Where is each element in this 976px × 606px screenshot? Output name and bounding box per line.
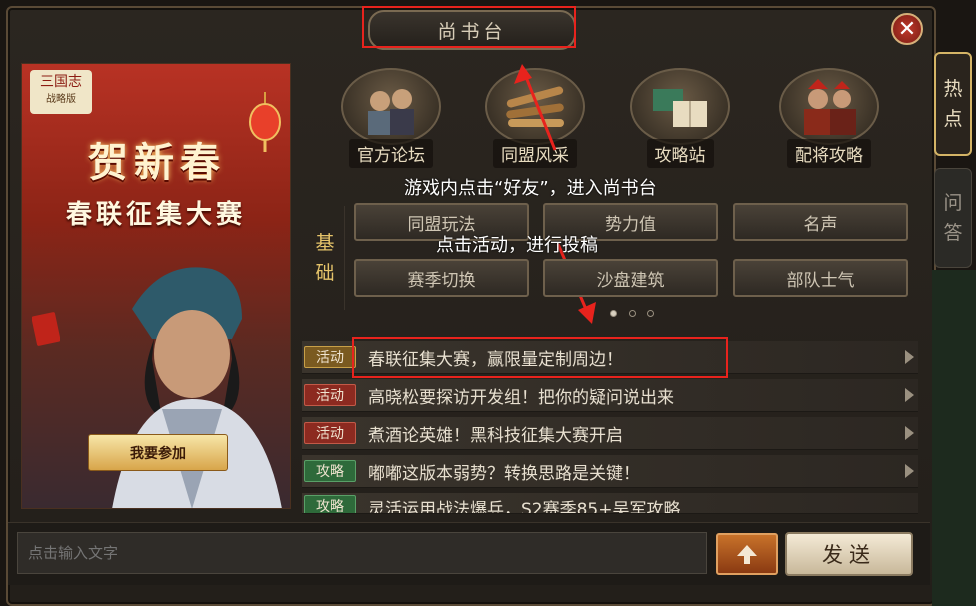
feed-title: 灵活运用战法爆兵，S2赛季85+吴军攻略	[368, 500, 681, 514]
page-dot-2[interactable]	[629, 310, 636, 317]
feed-title: 嘟嘟这版本弱势？转换思路是关键！	[368, 463, 640, 484]
annotation-step-2: 点击活动，进行投稿	[436, 235, 598, 256]
expand-button[interactable]	[716, 533, 778, 575]
annotation-step-1: 游戏内点击“好友”，进入尚书台	[404, 178, 657, 199]
tab-hot[interactable]: 热 点	[934, 52, 972, 156]
tile-label: 官方论坛	[349, 139, 433, 168]
banner-title: 贺新春	[88, 139, 226, 186]
basic-btn-troop-morale[interactable]: 部队士气	[733, 259, 908, 297]
event-tag: 活动	[304, 422, 356, 444]
chevron-right-icon	[905, 388, 914, 402]
annotation-arrow-up	[514, 64, 557, 151]
tile-strategy-station[interactable]: 攻略站	[625, 68, 735, 168]
tab-qa-label-2: 答	[943, 222, 963, 244]
close-button[interactable]: ✕	[891, 13, 923, 45]
feed-title: 高晓松要探访开发组！把你的疑问说出来	[368, 387, 674, 408]
tab-qa[interactable]: 问 答	[934, 168, 972, 268]
tile-official-forum[interactable]: 官方论坛	[336, 68, 446, 168]
page-dot-1[interactable]	[610, 310, 617, 317]
tile-general-guide[interactable]: 配将攻略	[774, 68, 884, 168]
event-tag: 活动	[304, 384, 356, 406]
feed-item[interactable]: 活动 煮酒论英雄！黑科技征集大赛开启	[302, 417, 918, 450]
guide-tag: 攻略	[304, 460, 356, 482]
chevron-right-icon	[905, 464, 914, 478]
arrow-up-icon	[737, 545, 757, 564]
basic-btn-reputation[interactable]: 名声	[733, 203, 908, 241]
feed-item[interactable]: 攻略 灵活运用战法爆兵，S2赛季85+吴军攻略	[302, 493, 918, 514]
close-icon: ✕	[897, 16, 917, 42]
tab-qa-label-1: 问	[943, 192, 963, 214]
officials-icon	[341, 68, 441, 145]
send-button[interactable]: 发送	[785, 532, 913, 576]
chat-input[interactable]	[17, 532, 707, 574]
basic-label-char-2: 础	[315, 262, 335, 284]
join-event-button[interactable]: 我要参加	[88, 434, 228, 471]
chevron-right-icon	[905, 350, 914, 364]
basic-btn-season-switch[interactable]: 赛季切换	[354, 259, 529, 297]
background-map-strip	[932, 270, 976, 606]
feed-item[interactable]: 攻略 嘟嘟这版本弱势？转换思路是关键！	[302, 455, 918, 488]
logo-title: 三国志	[40, 74, 82, 90]
event-banner[interactable]: 三国志 战略版 贺新春 春联征集大赛 我要参加	[21, 63, 291, 509]
basic-section-label: 基 础	[306, 206, 345, 310]
books-icon	[630, 68, 730, 145]
generals-icon	[779, 68, 879, 145]
title-highlight-box	[362, 6, 576, 48]
guide-tag: 攻略	[304, 495, 356, 513]
chevron-right-icon	[905, 426, 914, 440]
page-dot-3[interactable]	[647, 310, 654, 317]
tab-hot-label-1: 热	[943, 78, 963, 100]
red-envelope-icon	[32, 312, 60, 346]
banner-subtitle: 春联征集大赛	[65, 200, 246, 230]
logo-subtitle: 战略版	[46, 94, 76, 105]
event-tag: 活动	[304, 346, 356, 368]
tab-hot-label-2: 点	[943, 108, 963, 130]
tile-label: 攻略站	[646, 139, 714, 168]
tile-label: 配将攻略	[787, 139, 871, 168]
basic-btn-sandbox-building[interactable]: 沙盘建筑	[543, 259, 718, 297]
game-logo: 三国志 战略版	[30, 70, 92, 114]
feed-highlight-box	[352, 337, 728, 378]
basic-label-char-1: 基	[315, 232, 335, 254]
feed-item[interactable]: 活动 高晓松要探访开发组！把你的疑问说出来	[302, 379, 918, 412]
feed-title: 煮酒论英雄！黑科技征集大赛开启	[368, 425, 623, 446]
